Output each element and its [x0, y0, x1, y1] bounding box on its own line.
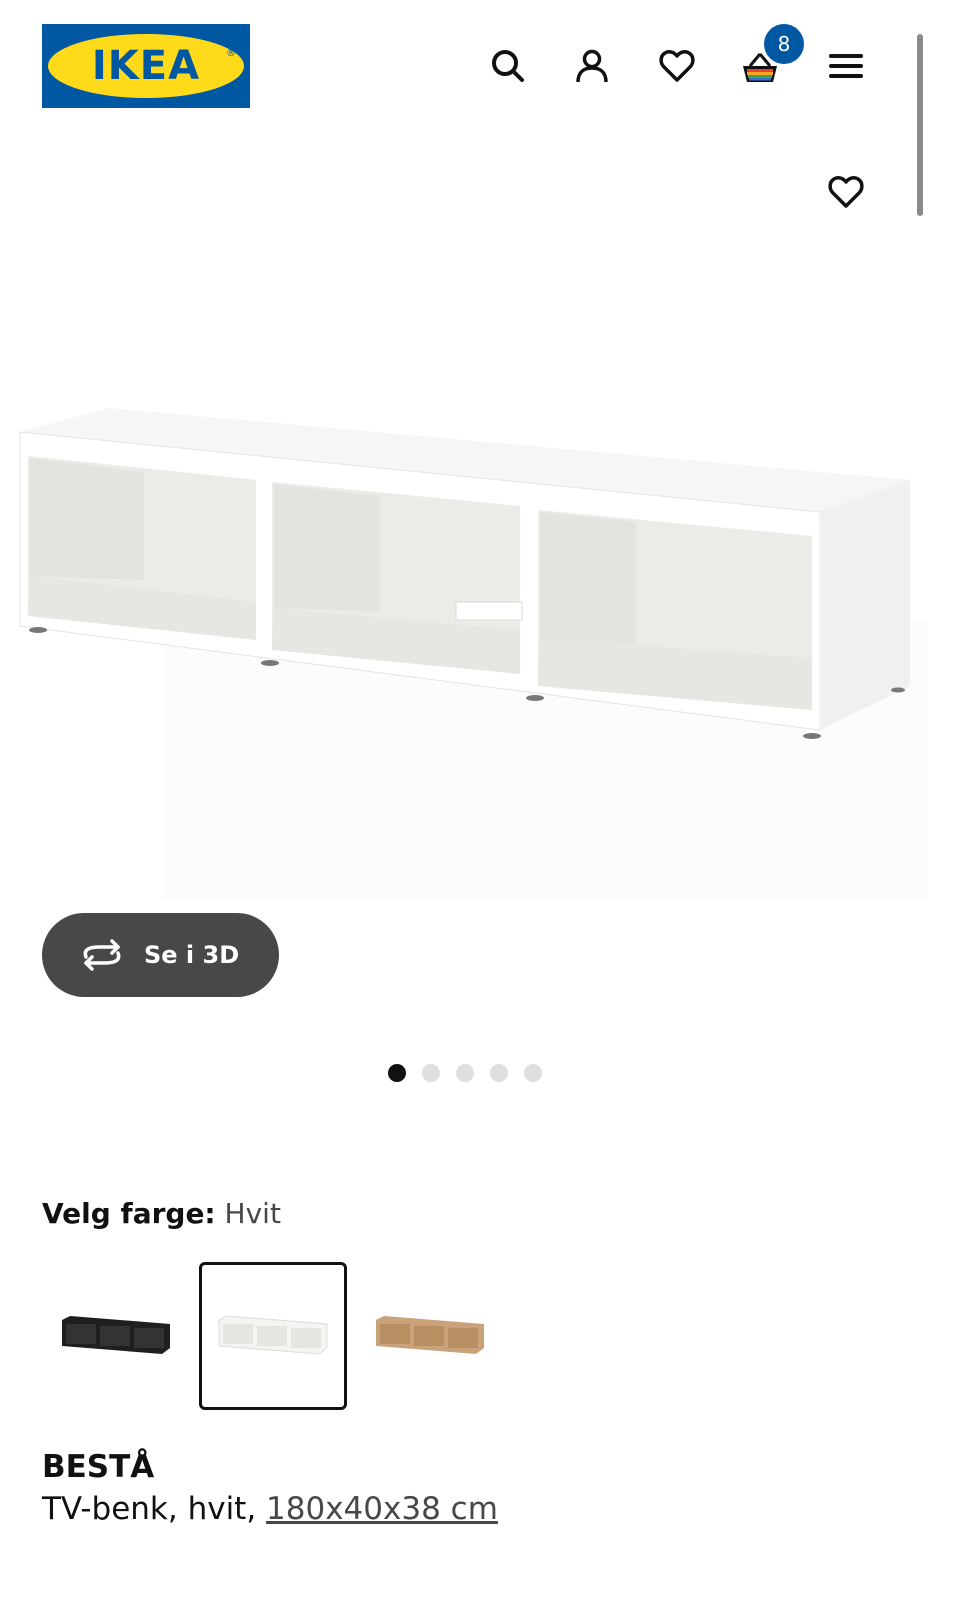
swatch-white-image [218, 1315, 328, 1355]
swatch-black[interactable] [42, 1262, 190, 1410]
carousel-dot-4[interactable] [490, 1064, 508, 1082]
swatch-black-image [62, 1316, 170, 1354]
swatch-white[interactable] [199, 1262, 347, 1410]
favourites-button[interactable] [655, 44, 699, 88]
ikea-logo[interactable]: IKEA ® [42, 24, 250, 108]
tv-bench-image [19, 408, 910, 739]
carousel-dot-3[interactable] [456, 1064, 474, 1082]
carousel-pagination [388, 1064, 542, 1082]
see-in-3d-label: Se i 3D [144, 941, 240, 969]
user-icon [576, 49, 608, 83]
menu-button[interactable] [824, 44, 868, 88]
add-to-favourites-button[interactable] [824, 170, 868, 214]
product-type: TV-benk, hvit, [42, 1491, 257, 1527]
carousel-dot-1[interactable] [388, 1064, 406, 1082]
product-name: BESTÅ [42, 1449, 155, 1485]
swatch-oak-image [376, 1316, 484, 1354]
search-icon [492, 50, 524, 82]
color-selector-label: Velg farge: Hvit [42, 1194, 281, 1234]
heart-icon [828, 176, 864, 208]
search-button[interactable] [486, 44, 530, 88]
carousel-dot-5[interactable] [524, 1064, 542, 1082]
menu-icon [829, 54, 863, 78]
rotate-3d-icon [83, 939, 121, 971]
cart-count-badge: 8 [764, 24, 804, 64]
color-label: Velg farge: [42, 1197, 216, 1230]
swatch-oak[interactable] [356, 1262, 504, 1410]
heart-icon [659, 50, 695, 82]
logo-text: IKEA [91, 43, 201, 89]
see-in-3d-button[interactable]: Se i 3D [42, 913, 279, 997]
product-description: TV-benk, hvit, 180x40x38 cm [42, 1488, 498, 1530]
product-dimensions-link[interactable]: 180x40x38 cm [266, 1491, 498, 1527]
site-header: IKEA ® 8 [0, 0, 960, 130]
carousel-dot-2[interactable] [422, 1064, 440, 1082]
account-button[interactable] [570, 44, 614, 88]
product-image[interactable] [0, 380, 960, 900]
selected-color-value: Hvit [224, 1197, 281, 1230]
registered-mark: ® [226, 48, 236, 59]
scrollbar[interactable] [917, 34, 923, 216]
